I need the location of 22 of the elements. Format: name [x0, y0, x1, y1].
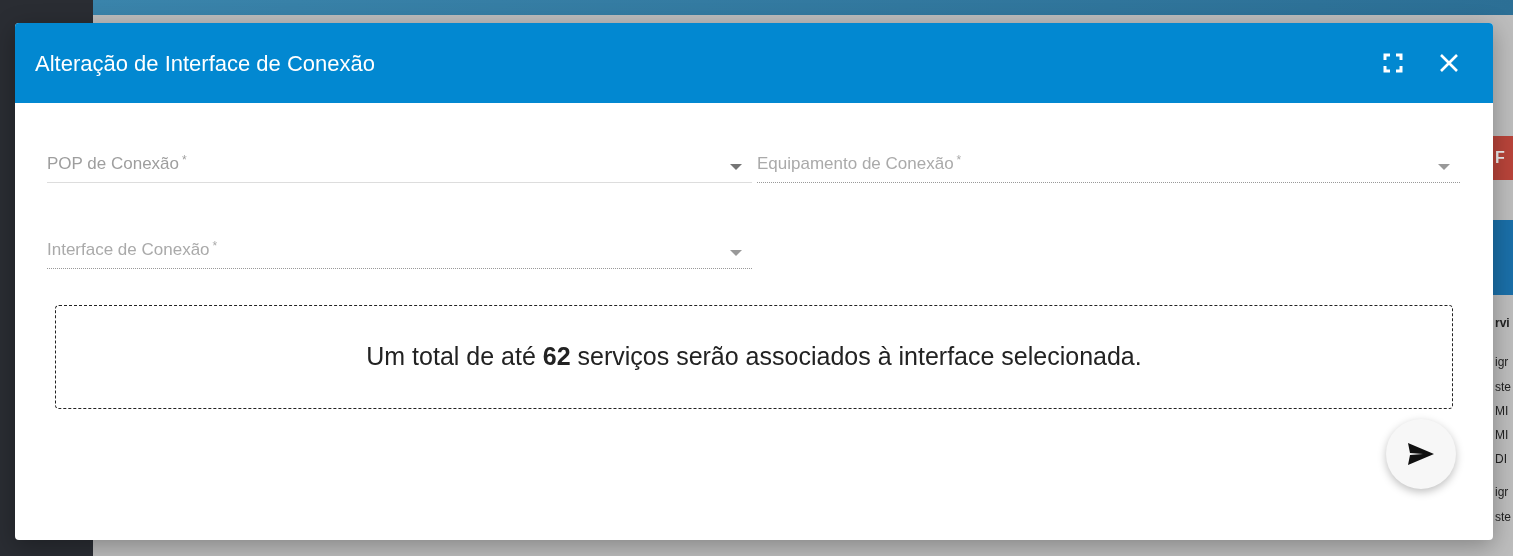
- close-icon: [1439, 53, 1459, 73]
- dropdown-arrow-icon: [730, 164, 742, 170]
- pdf-button[interactable]: F: [1493, 136, 1513, 180]
- table-cell-text: MI: [1495, 403, 1509, 420]
- select-field[interactable]: POP de Conexão *: [47, 143, 752, 183]
- dropdown-arrow-icon: [730, 250, 742, 256]
- send-icon: [1407, 442, 1435, 466]
- field-label: Interface de Conexão *: [47, 237, 219, 261]
- field-label: Equipamento de Conexão *: [757, 151, 963, 175]
- dropdown-arrow-icon: [1438, 164, 1450, 170]
- table-cell-text: MI: [1495, 427, 1509, 444]
- column-header: rvi: [1495, 315, 1510, 332]
- table-cell-text: DI: [1495, 451, 1507, 468]
- fullscreen-icon: [1383, 53, 1403, 73]
- send-button[interactable]: [1386, 419, 1456, 489]
- table-cell-text: ste: [1495, 379, 1511, 396]
- table-cell-text: igr: [1495, 484, 1509, 501]
- info-message: Um total de até 62 serviços serão associados à interface selecionada.: [366, 341, 1142, 373]
- dialog-title: Alteração de Interface de Conexão: [35, 49, 376, 78]
- table-cell-text: ste: [1495, 509, 1511, 526]
- field-label: POP de Conexão *: [47, 151, 188, 175]
- table-cell-text: igr: [1495, 354, 1509, 371]
